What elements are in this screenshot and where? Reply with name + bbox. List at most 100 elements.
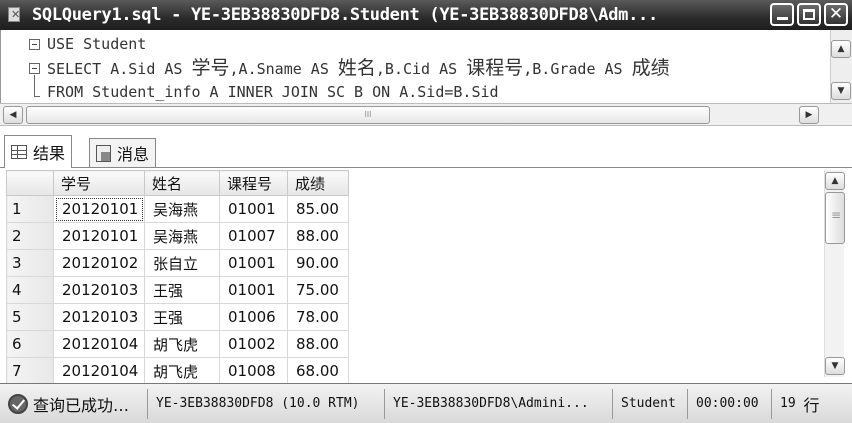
- row-number[interactable]: 3: [6, 249, 54, 277]
- code-token: 姓名: [337, 57, 376, 79]
- fold-guide-line: [34, 75, 35, 96]
- maximize-button[interactable]: [797, 3, 821, 26]
- table-cell[interactable]: 王强: [144, 276, 220, 304]
- code-token: ,A.Sname AS: [229, 60, 338, 78]
- editor-vertical-scrollbar[interactable]: ▲ ▼: [830, 30, 852, 103]
- message-icon: [96, 144, 111, 162]
- table-row[interactable]: 1 20120101 吴海燕 01001 85.00: [6, 195, 349, 223]
- table-cell[interactable]: 20120104: [53, 330, 145, 358]
- sql-editor[interactable]: USE Student SELECT A.Sid AS 学号,A.Sname A…: [0, 30, 852, 103]
- editor-horizontal-scrollbar[interactable]: ◀ III ▶: [0, 103, 852, 126]
- table-cell[interactable]: 78.00: [287, 303, 349, 331]
- row-number[interactable]: 5: [6, 303, 54, 331]
- status-user: YE-3EB38830DFD8\Admini...: [385, 388, 613, 419]
- row-number[interactable]: 7: [6, 357, 54, 385]
- table-cell[interactable]: 20120101: [53, 222, 145, 250]
- table-row[interactable]: 5 20120103 王强 01006 78.00: [6, 303, 349, 331]
- status-row-count: 19 行: [772, 389, 842, 419]
- code-line-1[interactable]: USE Student: [47, 32, 146, 56]
- grid-icon: [11, 145, 27, 159]
- minimize-button[interactable]: [770, 3, 794, 26]
- table-cell[interactable]: 胡飞虎: [144, 357, 220, 385]
- minimize-icon: [776, 17, 788, 20]
- column-header[interactable]: 姓名: [144, 170, 220, 196]
- row-number[interactable]: 2: [6, 222, 54, 250]
- table-row[interactable]: 2 20120101 吴海燕 01007 88.00: [6, 222, 349, 250]
- scroll-up-icon[interactable]: ▲: [825, 172, 845, 190]
- tab-results-label: 结果: [33, 144, 66, 163]
- scroll-down-icon[interactable]: ▼: [825, 357, 845, 375]
- table-cell[interactable]: 20120102: [53, 249, 145, 277]
- table-cell[interactable]: 胡飞虎: [144, 330, 220, 358]
- column-header[interactable]: 课程号: [219, 170, 288, 196]
- result-tabs: 结果 消息: [0, 126, 852, 168]
- scroll-left-icon[interactable]: ◀: [3, 106, 23, 124]
- table-cell[interactable]: 01001: [219, 195, 288, 223]
- table-cell[interactable]: 张自立: [144, 249, 220, 277]
- results-grid[interactable]: 学号 姓名 课程号 成绩 1 20120101 吴海燕 01001 85.00 …: [0, 168, 852, 385]
- table-cell[interactable]: 01001: [219, 249, 288, 277]
- status-message: 查询已成功…: [0, 388, 148, 419]
- results-table[interactable]: 学号 姓名 课程号 成绩 1 20120101 吴海燕 01001 85.00 …: [6, 170, 349, 385]
- vertical-scroll-thumb[interactable]: [825, 192, 845, 244]
- table-row[interactable]: 4 20120103 王强 01001 75.00: [6, 276, 349, 304]
- table-cell[interactable]: 01001: [219, 276, 288, 304]
- column-header[interactable]: 学号: [53, 170, 145, 196]
- fold-guide-end: [34, 96, 40, 97]
- table-cell[interactable]: 01007: [219, 222, 288, 250]
- column-header[interactable]: 成绩: [287, 170, 349, 196]
- code-token: SELECT A.Sid AS: [47, 60, 192, 78]
- code-token: ,B.Cid AS: [375, 60, 467, 78]
- scroll-right-icon[interactable]: ▶: [799, 106, 819, 124]
- table-cell[interactable]: 68.00: [287, 357, 349, 385]
- window-title: SQLQuery1.sql - YE-3EB38830DFD8.Student …: [32, 5, 658, 25]
- code-line-2[interactable]: SELECT A.Sid AS 学号,A.Sname AS 姓名,B.Cid A…: [47, 56, 670, 80]
- table-cell[interactable]: 90.00: [287, 249, 349, 277]
- table-cell[interactable]: 85.00: [287, 195, 349, 223]
- table-row[interactable]: 3 20120102 张自立 01001 90.00: [6, 249, 349, 277]
- success-check-icon: [8, 393, 28, 414]
- table-cell[interactable]: 20120103: [53, 303, 145, 331]
- status-database: Student: [613, 388, 688, 419]
- corner-cell[interactable]: [6, 170, 54, 196]
- maximize-icon: [803, 9, 815, 20]
- table-cell[interactable]: 88.00: [287, 330, 349, 358]
- fold-toggle-icon[interactable]: [29, 39, 40, 50]
- row-number[interactable]: 4: [6, 276, 54, 304]
- tab-messages[interactable]: 消息: [89, 138, 157, 167]
- scroll-down-icon[interactable]: ▼: [831, 82, 851, 100]
- code-line-3[interactable]: FROM Student_info A INNER JOIN SC B ON A…: [47, 80, 499, 104]
- scroll-up-icon[interactable]: ▲: [831, 40, 851, 58]
- table-cell[interactable]: 20120101: [53, 195, 145, 223]
- row-number[interactable]: 6: [6, 330, 54, 358]
- table-row[interactable]: 6 20120104 胡飞虎 01002 88.00: [6, 330, 349, 358]
- close-button[interactable]: ✕: [824, 3, 848, 26]
- tab-messages-label: 消息: [117, 145, 150, 164]
- tab-results[interactable]: 结果: [4, 135, 73, 168]
- code-token: 课程号: [466, 57, 524, 79]
- status-server: YE-3EB38830DFD8 (10.0 RTM): [148, 388, 385, 419]
- table-cell[interactable]: 20120104: [53, 357, 145, 385]
- table-cell[interactable]: 88.00: [287, 222, 349, 250]
- table-row[interactable]: 7 20120104 胡飞虎 01008 68.00: [6, 357, 349, 385]
- table-cell[interactable]: 王强: [144, 303, 220, 331]
- table-cell[interactable]: 20120103: [53, 276, 145, 304]
- table-cell[interactable]: 01002: [219, 330, 288, 358]
- grid-vertical-scrollbar[interactable]: ▲ ▼: [824, 170, 845, 377]
- table-cell[interactable]: 吴海燕: [144, 222, 220, 250]
- horizontal-scroll-thumb[interactable]: III: [26, 106, 710, 124]
- table-cell[interactable]: 吴海燕: [144, 195, 220, 223]
- table-cell[interactable]: 01006: [219, 303, 288, 331]
- row-count-unit: 行: [803, 395, 820, 415]
- code-token: 成绩: [631, 57, 670, 79]
- title-bar: ✕ SQLQuery1.sql - YE-3EB38830DFD8.Studen…: [0, 0, 852, 30]
- sql-file-icon: ✕: [6, 6, 24, 24]
- close-icon: ✕: [828, 4, 844, 24]
- row-count-value: 19: [780, 396, 796, 411]
- table-cell[interactable]: 75.00: [287, 276, 349, 304]
- status-message-text: 查询已成功…: [33, 395, 130, 415]
- table-cell[interactable]: 01008: [219, 357, 288, 385]
- fold-toggle-icon[interactable]: [29, 63, 40, 74]
- header-row: 学号 姓名 课程号 成绩: [6, 170, 349, 196]
- row-number[interactable]: 1: [6, 195, 54, 223]
